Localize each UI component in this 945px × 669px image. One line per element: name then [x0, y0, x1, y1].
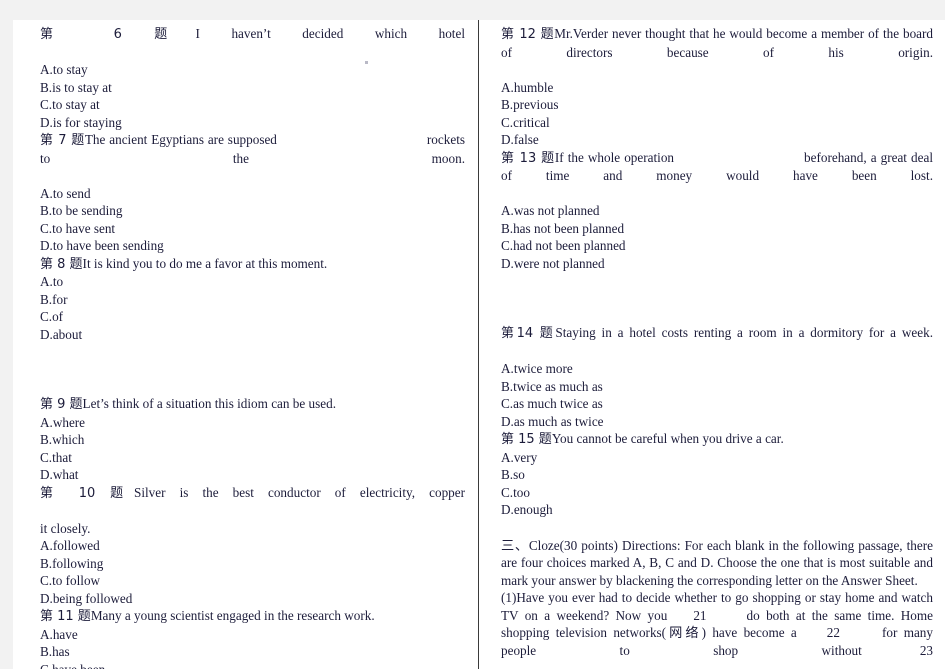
question-text-q13: If the whole operation	[554, 149, 675, 165]
option-q14-d: D.as much as twice	[501, 413, 604, 429]
cloze-blank-23: 23	[919, 642, 933, 658]
option-q10-d: D.being followed	[40, 590, 133, 606]
option-q15-b: B.so	[501, 467, 525, 482]
vertical-gap-right	[501, 272, 933, 324]
question-stem-q9: 第 9 题Let’s think of a situation this idi…	[40, 395, 465, 414]
option-q6-a: A.to stay	[40, 62, 88, 77]
question-stem-q12: 第 12 题Mr.Verder never thought that he wo…	[501, 25, 933, 79]
question-stem-q7: 第 7 题The ancient Egyptians are supposed r…	[40, 131, 465, 185]
question-text-q15: You cannot be careful when you drive a c…	[551, 431, 784, 446]
option-q10-c: C.to follow	[40, 573, 101, 588]
option-q6-b: B.is to stay at	[40, 79, 112, 95]
right-column-content: 第 12 题Mr.Verder never thought that he wo…	[501, 20, 933, 669]
option-q9-d: D.what	[40, 467, 79, 482]
option-q6-d: D.is for staying	[40, 114, 122, 130]
exam-page: 第 6 题I haven’t decided which hotel A.to …	[13, 20, 945, 669]
option-q11-c: C.have been	[40, 661, 106, 669]
option-q11-b: B.has	[40, 644, 70, 659]
option-q7-a: A.to send	[40, 185, 91, 201]
question-stem-q14: 第14 题Staying in a hotel costs renting a …	[501, 324, 933, 360]
cloze-passage: (1)Have you ever had to decide whether t…	[501, 589, 933, 669]
question-stem-q8: 第 8 题It is kind you to do me a favor at …	[40, 255, 465, 274]
question-stem-q10: 第 10 题Silver is the best conductor of el…	[40, 484, 465, 520]
question-number-q14: 第14 题	[501, 326, 556, 341]
option-q12-d: D.false	[501, 132, 539, 147]
cloze-blank-22: 22	[826, 625, 840, 640]
option-q7-d: D.to have been sending	[40, 238, 164, 253]
question-number-q11: 第 11 题	[40, 609, 91, 624]
option-q13-a: A.was not planned	[501, 203, 600, 218]
option-q12-b: B.previous	[501, 97, 559, 112]
option-q9-c: C.that	[40, 449, 72, 465]
option-q13-b: B.has not been planned	[501, 220, 625, 236]
option-q12-a: A.humble	[501, 79, 554, 95]
option-q8-d: D.about	[40, 326, 83, 342]
option-q8-b: B.for	[40, 291, 68, 307]
left-column-content: 第 6 题I haven’t decided which hotel A.to …	[40, 20, 465, 669]
option-q10-a: A.followed	[40, 538, 100, 553]
option-q7-c: C.to have sent	[40, 220, 116, 236]
right-column: 第 12 题Mr.Verder never thought that he wo…	[478, 20, 945, 669]
option-q13-d: D.were not planned	[501, 255, 605, 271]
question-number-q7: 第 7 题	[40, 133, 85, 148]
cloze-directions: 三、Cloze(30 points) Directions: For each …	[501, 537, 933, 588]
cloze-blank-21: 21	[693, 607, 707, 623]
vertical-gap-cloze	[501, 519, 933, 537]
option-q12-c: C.critical	[501, 114, 550, 130]
two-column-layout: 第 6 题I haven’t decided which hotel A.to …	[13, 20, 945, 669]
option-q15-a: A.very	[501, 449, 538, 465]
option-q14-a: A.twice more	[501, 361, 573, 376]
option-q7-b: B.to be sending	[40, 203, 123, 218]
option-q15-d: D.enough	[501, 502, 553, 517]
question-stem-q6: 第 6 题I haven’t decided which hotel	[40, 25, 465, 61]
question-stem-q13: 第 13 题If the whole operation beforehand, …	[501, 149, 933, 203]
option-q14-b: B.twice as much as	[501, 378, 603, 394]
question-number-q10: 第 10 题	[40, 485, 134, 501]
question-number-q15: 第 15 题	[501, 432, 552, 447]
vertical-gap-left	[40, 343, 465, 395]
question-stem-q15: 第 15 题You cannot be careful when you dri…	[501, 430, 933, 449]
question-text-q9: Let’s think of a situation this idiom ca…	[82, 396, 336, 411]
question-stem-q10-tail: it closely.	[40, 520, 91, 536]
question-number-q9: 第 9 题	[40, 397, 83, 412]
option-q8-a: A.to	[40, 274, 64, 289]
question-stem-q11: 第 11 题Many a young scientist engaged in …	[40, 607, 465, 626]
option-q6-c: C.to stay at	[40, 97, 100, 112]
option-q14-c: C.as much twice as	[501, 396, 603, 411]
left-column: 第 6 题I haven’t decided which hotel A.to …	[13, 20, 478, 669]
question-text-q10: Silver is the best conductor of electric…	[133, 484, 466, 500]
option-q9-a: A.where	[40, 414, 86, 430]
question-text-q12: Mr.Verder never thought that he would be…	[501, 26, 933, 60]
question-text-q14: Staying in a hotel costs renting a room …	[555, 325, 933, 340]
option-q15-c: C.too	[501, 484, 530, 500]
question-number-q13: 第 13 题	[501, 150, 555, 166]
option-q10-b: B.following	[40, 555, 104, 571]
question-text-q6: I haven’t decided which hotel	[195, 26, 465, 41]
option-q9-b: B.which	[40, 432, 85, 447]
question-text-q8: It is kind you to do me a favor at this …	[82, 255, 328, 271]
question-number-q8: 第 8 题	[40, 256, 83, 272]
option-q13-c: C.had not been planned	[501, 238, 626, 253]
page-speck-artifact	[365, 61, 368, 64]
option-q8-c: C.of	[40, 309, 64, 324]
question-number-q6: 第 6 题	[40, 27, 196, 42]
option-q11-a: A.have	[40, 626, 78, 642]
question-number-q12: 第 12 题	[501, 27, 555, 42]
question-text-q11: Many a young scientist engaged in the re…	[90, 608, 375, 623]
question-text-q7: The ancient Egyptians are supposed	[84, 132, 277, 147]
